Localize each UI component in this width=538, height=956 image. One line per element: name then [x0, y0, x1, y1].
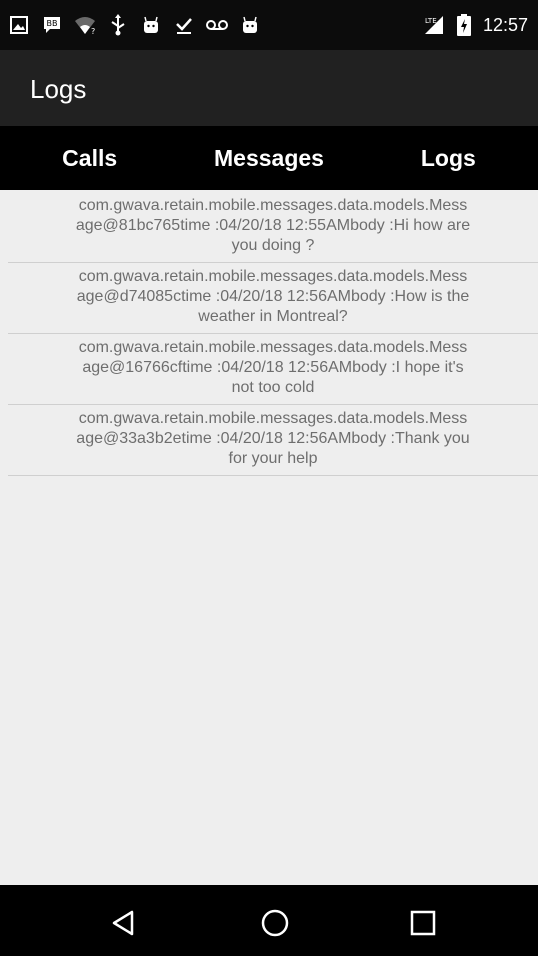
- download-done-icon: [173, 14, 195, 36]
- voicemail-icon: [206, 14, 228, 36]
- battery-icon: [453, 14, 475, 36]
- clock: 12:57: [482, 14, 528, 35]
- tab-calls[interactable]: Calls: [0, 126, 179, 190]
- svg-text:?: ?: [91, 27, 95, 35]
- tab-messages[interactable]: Messages: [179, 126, 358, 190]
- usb-icon: [107, 14, 129, 36]
- page-title: Logs: [30, 74, 87, 104]
- list-item[interactable]: com.gwava.retain.mobile.messages.data.mo…: [8, 263, 538, 334]
- navigation-bar: [0, 885, 538, 956]
- list-item[interactable]: com.gwava.retain.mobile.messages.data.mo…: [8, 405, 538, 476]
- bbm-icon: BB: [41, 14, 63, 36]
- wifi-icon: ?: [74, 14, 96, 36]
- tab-logs[interactable]: Logs: [359, 126, 538, 190]
- system-icons: LTE 12:57: [423, 13, 528, 37]
- status-bar: BB ? LTE 12:57: [0, 0, 538, 50]
- tab-bar: Calls Messages Logs: [0, 126, 538, 190]
- back-icon[interactable]: [104, 903, 144, 943]
- svg-text:BB: BB: [47, 19, 58, 28]
- android-icon: [140, 14, 162, 36]
- list-item[interactable]: com.gwava.retain.mobile.messages.data.mo…: [8, 334, 538, 405]
- home-icon[interactable]: [255, 903, 295, 943]
- gallery-icon: [8, 14, 30, 36]
- notification-icons: BB ?: [8, 13, 261, 37]
- android-icon: [239, 14, 261, 36]
- signal-icon: LTE: [423, 14, 445, 36]
- recents-icon[interactable]: [403, 903, 443, 943]
- log-list: com.gwava.retain.mobile.messages.data.mo…: [8, 192, 538, 476]
- svg-text:LTE: LTE: [425, 17, 437, 25]
- app-bar: Logs: [0, 50, 538, 126]
- list-item[interactable]: com.gwava.retain.mobile.messages.data.mo…: [8, 192, 538, 263]
